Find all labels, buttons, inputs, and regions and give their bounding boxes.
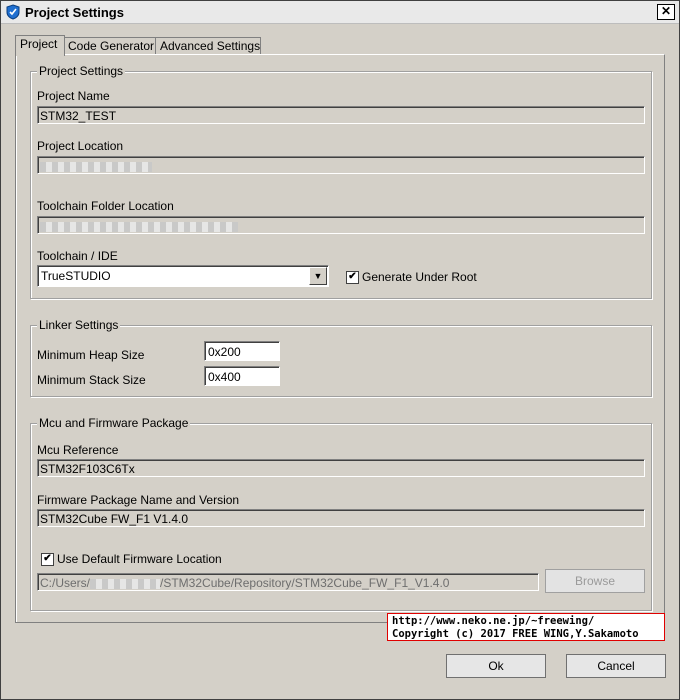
ok-button[interactable]: Ok	[446, 654, 546, 678]
window-title: Project Settings	[25, 5, 124, 20]
chevron-down-icon[interactable]: ▼	[309, 267, 327, 285]
firmware-path-suffix: /STM32Cube/Repository/STM32Cube_FW_F1_V1…	[160, 576, 450, 590]
project-location-field[interactable]	[37, 156, 645, 174]
project-settings-group: Project Settings Project Name STM32_TEST…	[30, 64, 652, 299]
project-name-field[interactable]: STM32_TEST	[37, 106, 645, 124]
cancel-button[interactable]: Cancel	[566, 654, 666, 678]
tab-code-generator[interactable]: Code Generator	[63, 37, 157, 55]
redacted-text	[90, 578, 161, 589]
firmware-package-label: Firmware Package Name and Version	[37, 493, 240, 507]
shield-icon	[5, 4, 21, 20]
mcu-reference-label: Mcu Reference	[37, 443, 119, 457]
toolchain-folder-label: Toolchain Folder Location	[37, 199, 174, 213]
linker-settings-group-title: Linker Settings	[37, 318, 121, 332]
copyright-watermark: http://www.neko.ne.jp/~freewing/ Copyrig…	[387, 613, 665, 641]
project-location-label: Project Location	[37, 139, 124, 153]
redacted-text	[40, 161, 152, 172]
generate-under-root-label[interactable]: Generate Under Root	[362, 270, 477, 284]
linker-settings-group: Linker Settings Minimum Heap Size 0x200 …	[30, 318, 652, 397]
project-settings-group-title: Project Settings	[37, 64, 126, 78]
mcu-firmware-group-title: Mcu and Firmware Package	[37, 416, 191, 430]
project-name-label: Project Name	[37, 89, 110, 103]
title-bar[interactable]: Project Settings ✕	[1, 1, 679, 24]
firmware-location-field[interactable]: C:/Users/ /STM32Cube/Repository/STM32Cube…	[37, 573, 539, 591]
toolchain-ide-select[interactable]: TrueSTUDIO ▼	[37, 265, 329, 287]
toolchain-ide-value: TrueSTUDIO	[41, 269, 111, 283]
mcu-reference-field[interactable]: STM32F103C6Tx	[37, 459, 645, 477]
use-default-location-label[interactable]: Use Default Firmware Location	[57, 552, 222, 566]
toolchain-folder-field[interactable]	[37, 216, 645, 234]
min-heap-label: Minimum Heap Size	[37, 348, 145, 362]
project-tab-panel: Project Settings Project Name STM32_TEST…	[15, 54, 665, 623]
watermark-copyright: Copyright (c) 2017 FREE WING,Y.Sakamoto	[392, 628, 639, 640]
min-stack-input[interactable]: 0x400	[204, 366, 280, 386]
project-settings-dialog: Project Settings ✕ Project Code Generato…	[0, 0, 680, 700]
firmware-package-field[interactable]: STM32Cube FW_F1 V1.4.0	[37, 509, 645, 527]
min-heap-input[interactable]: 0x200	[204, 341, 280, 361]
use-default-location-checkbox[interactable]: ✔	[41, 553, 54, 566]
generate-under-root-checkbox[interactable]: ✔	[346, 271, 359, 284]
redacted-text	[40, 221, 238, 232]
tab-project[interactable]: Project	[15, 35, 65, 56]
firmware-path-prefix: C:/Users/	[40, 576, 91, 590]
tab-advanced-settings[interactable]: Advanced Settings	[155, 37, 261, 55]
watermark-url: http://www.neko.ne.jp/~freewing/	[392, 615, 595, 627]
min-stack-label: Minimum Stack Size	[37, 373, 146, 387]
browse-button[interactable]: Browse	[545, 569, 645, 593]
mcu-firmware-group: Mcu and Firmware Package Mcu Reference S…	[30, 416, 652, 611]
toolchain-ide-label: Toolchain / IDE	[37, 249, 118, 263]
close-button[interactable]: ✕	[657, 4, 675, 20]
